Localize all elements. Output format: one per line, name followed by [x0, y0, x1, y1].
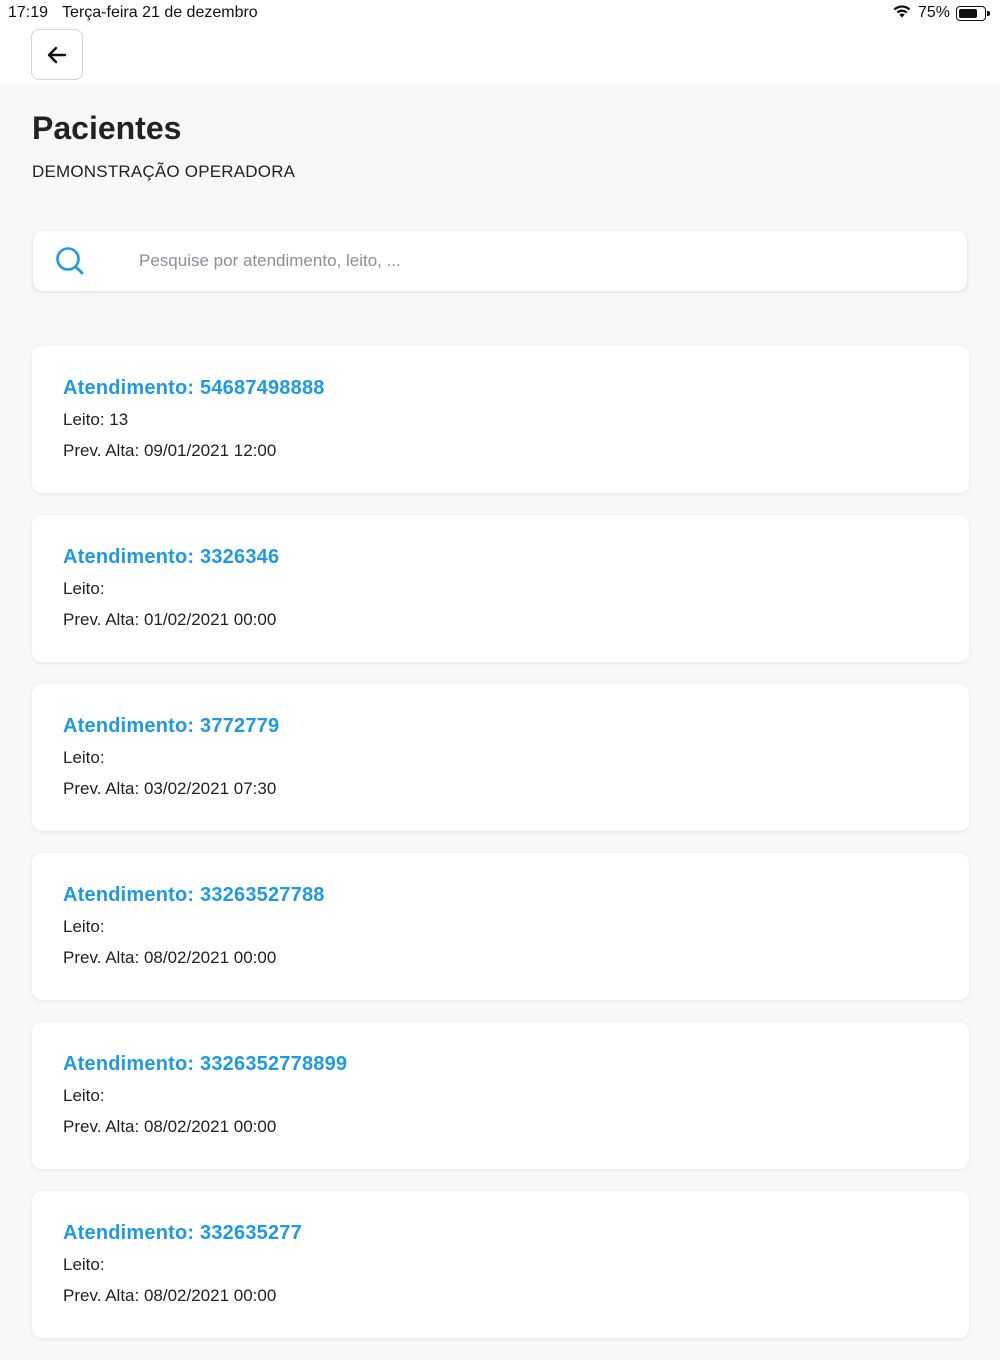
battery-icon — [956, 5, 990, 21]
status-right: 75% — [892, 3, 990, 24]
battery-fill — [959, 8, 977, 18]
status-bar: 17:19 Terça-feira 21 de dezembro 75% — [0, 0, 1000, 26]
search-box[interactable] — [33, 231, 967, 291]
page-title: Pacientes — [32, 110, 182, 146]
patient-atendimento: Atendimento: 332635277 — [63, 1222, 302, 1244]
patient-prev-alta: Prev. Alta: 03/02/2021 07:30 — [63, 779, 277, 798]
patient-card[interactable]: Atendimento: 54687498888 Leito: 13 Prev.… — [32, 346, 969, 493]
patient-leito: Leito: — [63, 1086, 105, 1105]
wifi-icon — [892, 3, 912, 24]
back-button[interactable] — [31, 29, 83, 80]
patient-card[interactable]: Atendimento: 33263527788 Leito: Prev. Al… — [32, 853, 969, 1000]
patient-leito: Leito: — [63, 1255, 105, 1274]
patient-prev-alta: Prev. Alta: 08/02/2021 00:00 — [63, 1286, 277, 1305]
patient-prev-alta: Prev. Alta: 09/01/2021 12:00 — [63, 441, 277, 460]
patient-prev-alta: Prev. Alta: 01/02/2021 00:00 — [63, 610, 277, 629]
patient-card[interactable]: Atendimento: 3326352778899 Leito: Prev. … — [32, 1022, 969, 1169]
patient-leito: Leito: — [63, 917, 105, 936]
page-subtitle: DEMONSTRAÇÃO OPERADORA — [32, 162, 296, 181]
patient-leito: Leito: — [63, 579, 105, 598]
patient-card[interactable]: Atendimento: 3772779 Leito: Prev. Alta: … — [32, 684, 969, 831]
status-time: 17:19 — [8, 4, 49, 21]
patient-leito: Leito: — [63, 748, 105, 767]
status-date: Terça-feira 21 de dezembro — [62, 4, 258, 21]
patient-card[interactable]: Atendimento: 3326346 Leito: Prev. Alta: … — [32, 515, 969, 662]
patient-atendimento: Atendimento: 33263527788 — [63, 884, 325, 906]
patient-prev-alta: Prev. Alta: 08/02/2021 00:00 — [63, 948, 277, 967]
patient-atendimento: Atendimento: 3772779 — [63, 715, 280, 737]
nav-bar — [0, 26, 1000, 84]
patient-atendimento: Atendimento: 3326346 — [63, 546, 280, 568]
patient-leito: Leito: 13 — [63, 410, 129, 429]
search-icon — [56, 247, 84, 275]
patient-list: Atendimento: 54687498888 Leito: 13 Prev.… — [32, 346, 969, 1360]
patient-atendimento: Atendimento: 3326352778899 — [63, 1053, 348, 1075]
arrow-left-icon — [47, 46, 67, 63]
search-input[interactable] — [139, 231, 939, 291]
battery-percent: 75% — [917, 4, 950, 21]
patient-card[interactable]: Atendimento: 332635277 Leito: Prev. Alta… — [32, 1191, 969, 1338]
patient-atendimento: Atendimento: 54687498888 — [63, 377, 325, 399]
status-left: 17:19 Terça-feira 21 de dezembro — [8, 4, 258, 22]
patient-prev-alta: Prev. Alta: 08/02/2021 00:00 — [63, 1117, 277, 1136]
